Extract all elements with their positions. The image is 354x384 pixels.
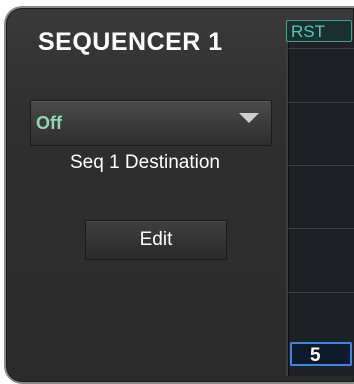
steps-value-box[interactable]: 5 [290,342,352,366]
destination-dropdown[interactable]: Off [30,100,272,146]
grid-line [288,48,354,49]
grid-line [288,165,354,166]
destination-value: Off [36,113,62,133]
grid-line [288,292,354,293]
grid-line [288,102,354,103]
panel-title: SEQUENCER 1 [38,28,223,56]
reset-button[interactable]: RST [286,20,352,42]
edit-button[interactable]: Edit [85,220,227,260]
destination-label: Seq 1 Destination [70,152,220,173]
chevron-down-icon [239,113,259,123]
grid-line [288,228,354,229]
sequencer-grid[interactable] [286,40,354,376]
